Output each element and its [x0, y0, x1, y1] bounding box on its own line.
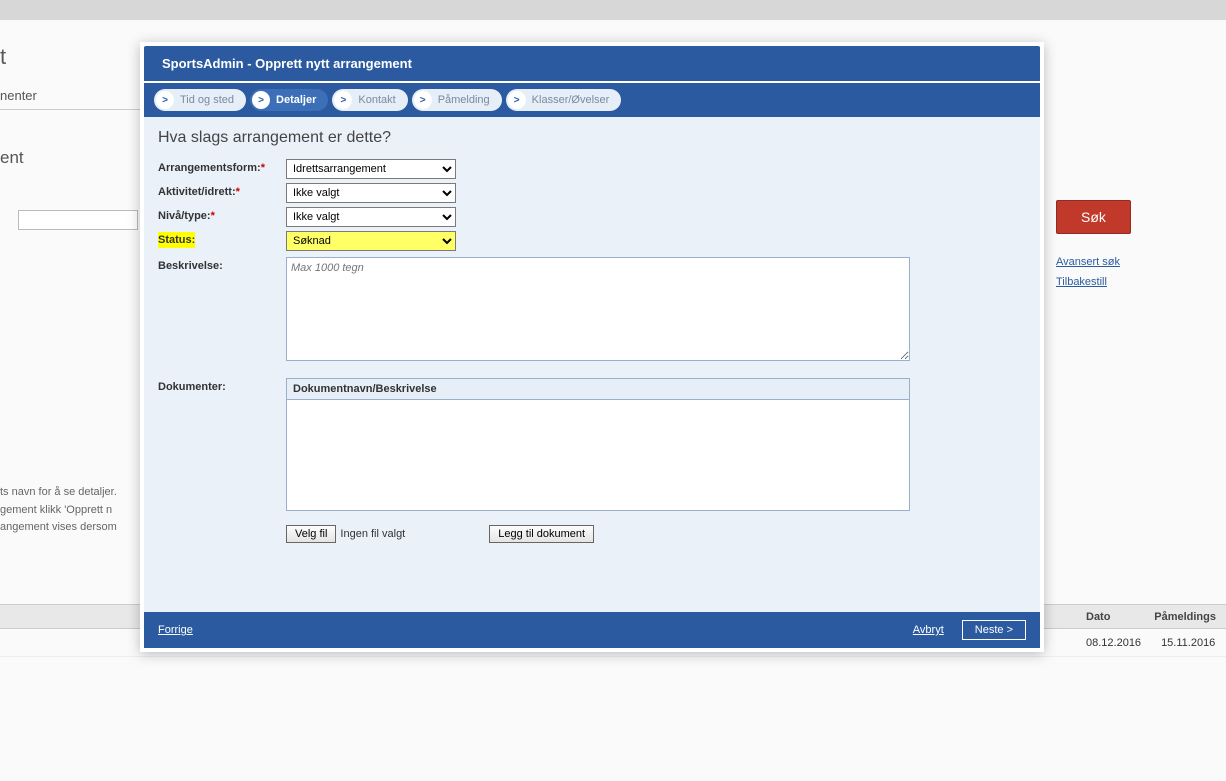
search-input[interactable]: [18, 210, 138, 230]
documents-table: Dokumentnavn/Beskrivelse: [286, 378, 910, 511]
col-pamelding: Påmeldings: [1144, 607, 1226, 627]
row-niva: Nivå/type:* Ikke valgt: [158, 207, 1026, 229]
label-status: Status:: [158, 231, 286, 246]
reset-link[interactable]: Tilbakestill: [1056, 276, 1186, 288]
modal-body: Hva slags arrangement er dette? Arrangem…: [144, 117, 1040, 612]
create-event-modal: SportsAdmin - Opprett nytt arrangement >…: [140, 42, 1044, 652]
select-niva[interactable]: Ikke valgt: [286, 207, 456, 227]
choose-file-button[interactable]: Velg fil: [286, 525, 336, 543]
next-button[interactable]: Neste >: [962, 620, 1026, 640]
label-niva: Nivå/type:*: [158, 207, 286, 222]
wizard-steps: > Tid og sted > Detaljer > Kontakt > Påm…: [144, 83, 1040, 117]
help-line: ts navn for å se detaljer.: [0, 484, 150, 502]
documents-body: [287, 400, 909, 510]
page-heading-fragment: t: [0, 44, 6, 70]
documents-header: Dokumentnavn/Beskrivelse: [287, 379, 909, 400]
step-kontakt[interactable]: > Kontakt: [332, 89, 407, 111]
label-beskrivelse: Beskrivelse:: [158, 257, 286, 272]
label-dokumenter: Dokumenter:: [158, 378, 286, 393]
select-arrangementsform[interactable]: Idrettsarrangement: [286, 159, 456, 179]
search-button[interactable]: Søk: [1056, 200, 1131, 234]
step-label: Klasser/Øvelser: [532, 94, 610, 106]
chevron-right-icon: >: [334, 91, 352, 109]
help-line: angement vises dersom: [0, 519, 150, 537]
label-arrangementsform: Arrangementsform:*: [158, 159, 286, 174]
right-panel: Søk Avansert søk Tilbakestill: [1056, 200, 1186, 288]
help-text: ts navn for å se detaljer. gement klikk …: [0, 484, 150, 537]
chevron-right-icon: >: [508, 91, 526, 109]
row-beskrivelse: Beskrivelse:: [158, 257, 1026, 364]
file-upload-row: Velg fil Ingen fil valgt Legg til dokume…: [286, 525, 910, 543]
step-tid-og-sted[interactable]: > Tid og sted: [154, 89, 246, 111]
help-line: gement klikk 'Opprett n: [0, 502, 150, 520]
page-sub-fragment: nenter: [0, 88, 140, 110]
step-klasser[interactable]: > Klasser/Øvelser: [506, 89, 622, 111]
file-status-label: Ingen fil valgt: [340, 528, 405, 540]
row-dokumenter: Dokumenter: Dokumentnavn/Beskrivelse Vel…: [158, 378, 1026, 543]
chevron-right-icon: >: [252, 91, 270, 109]
add-document-button[interactable]: Legg til dokument: [489, 525, 594, 543]
chevron-right-icon: >: [414, 91, 432, 109]
step-label: Kontakt: [358, 94, 395, 106]
cell-dato: 08.12.2016: [1076, 633, 1151, 653]
chevron-right-icon: >: [156, 91, 174, 109]
col-dato: Dato: [1076, 607, 1144, 627]
top-bar: [0, 0, 1226, 20]
select-aktivitet[interactable]: Ikke valgt: [286, 183, 456, 203]
step-label: Detaljer: [276, 94, 316, 106]
page-sub2-fragment: ent: [0, 148, 24, 168]
textarea-beskrivelse[interactable]: [286, 257, 910, 361]
advanced-search-link[interactable]: Avansert søk: [1056, 256, 1186, 268]
step-pamelding[interactable]: > Påmelding: [412, 89, 502, 111]
step-detaljer[interactable]: > Detaljer: [250, 89, 328, 111]
row-arrangementsform: Arrangementsform:* Idrettsarrangement: [158, 159, 1026, 181]
select-status[interactable]: Søknad: [286, 231, 456, 251]
modal-footer: Forrige Avbryt Neste >: [144, 612, 1040, 648]
row-status: Status: Søknad: [158, 231, 1026, 253]
label-aktivitet: Aktivitet/idrett:*: [158, 183, 286, 198]
section-title: Hva slags arrangement er dette?: [158, 129, 1026, 147]
cancel-link[interactable]: Avbryt: [913, 624, 944, 636]
step-label: Tid og sted: [180, 94, 234, 106]
prev-link[interactable]: Forrige: [158, 624, 193, 636]
modal-title: SportsAdmin - Opprett nytt arrangement: [144, 46, 1040, 81]
cell-pamelding: 15.11.2016: [1151, 633, 1226, 653]
step-label: Påmelding: [438, 94, 490, 106]
row-aktivitet: Aktivitet/idrett:* Ikke valgt: [158, 183, 1026, 205]
